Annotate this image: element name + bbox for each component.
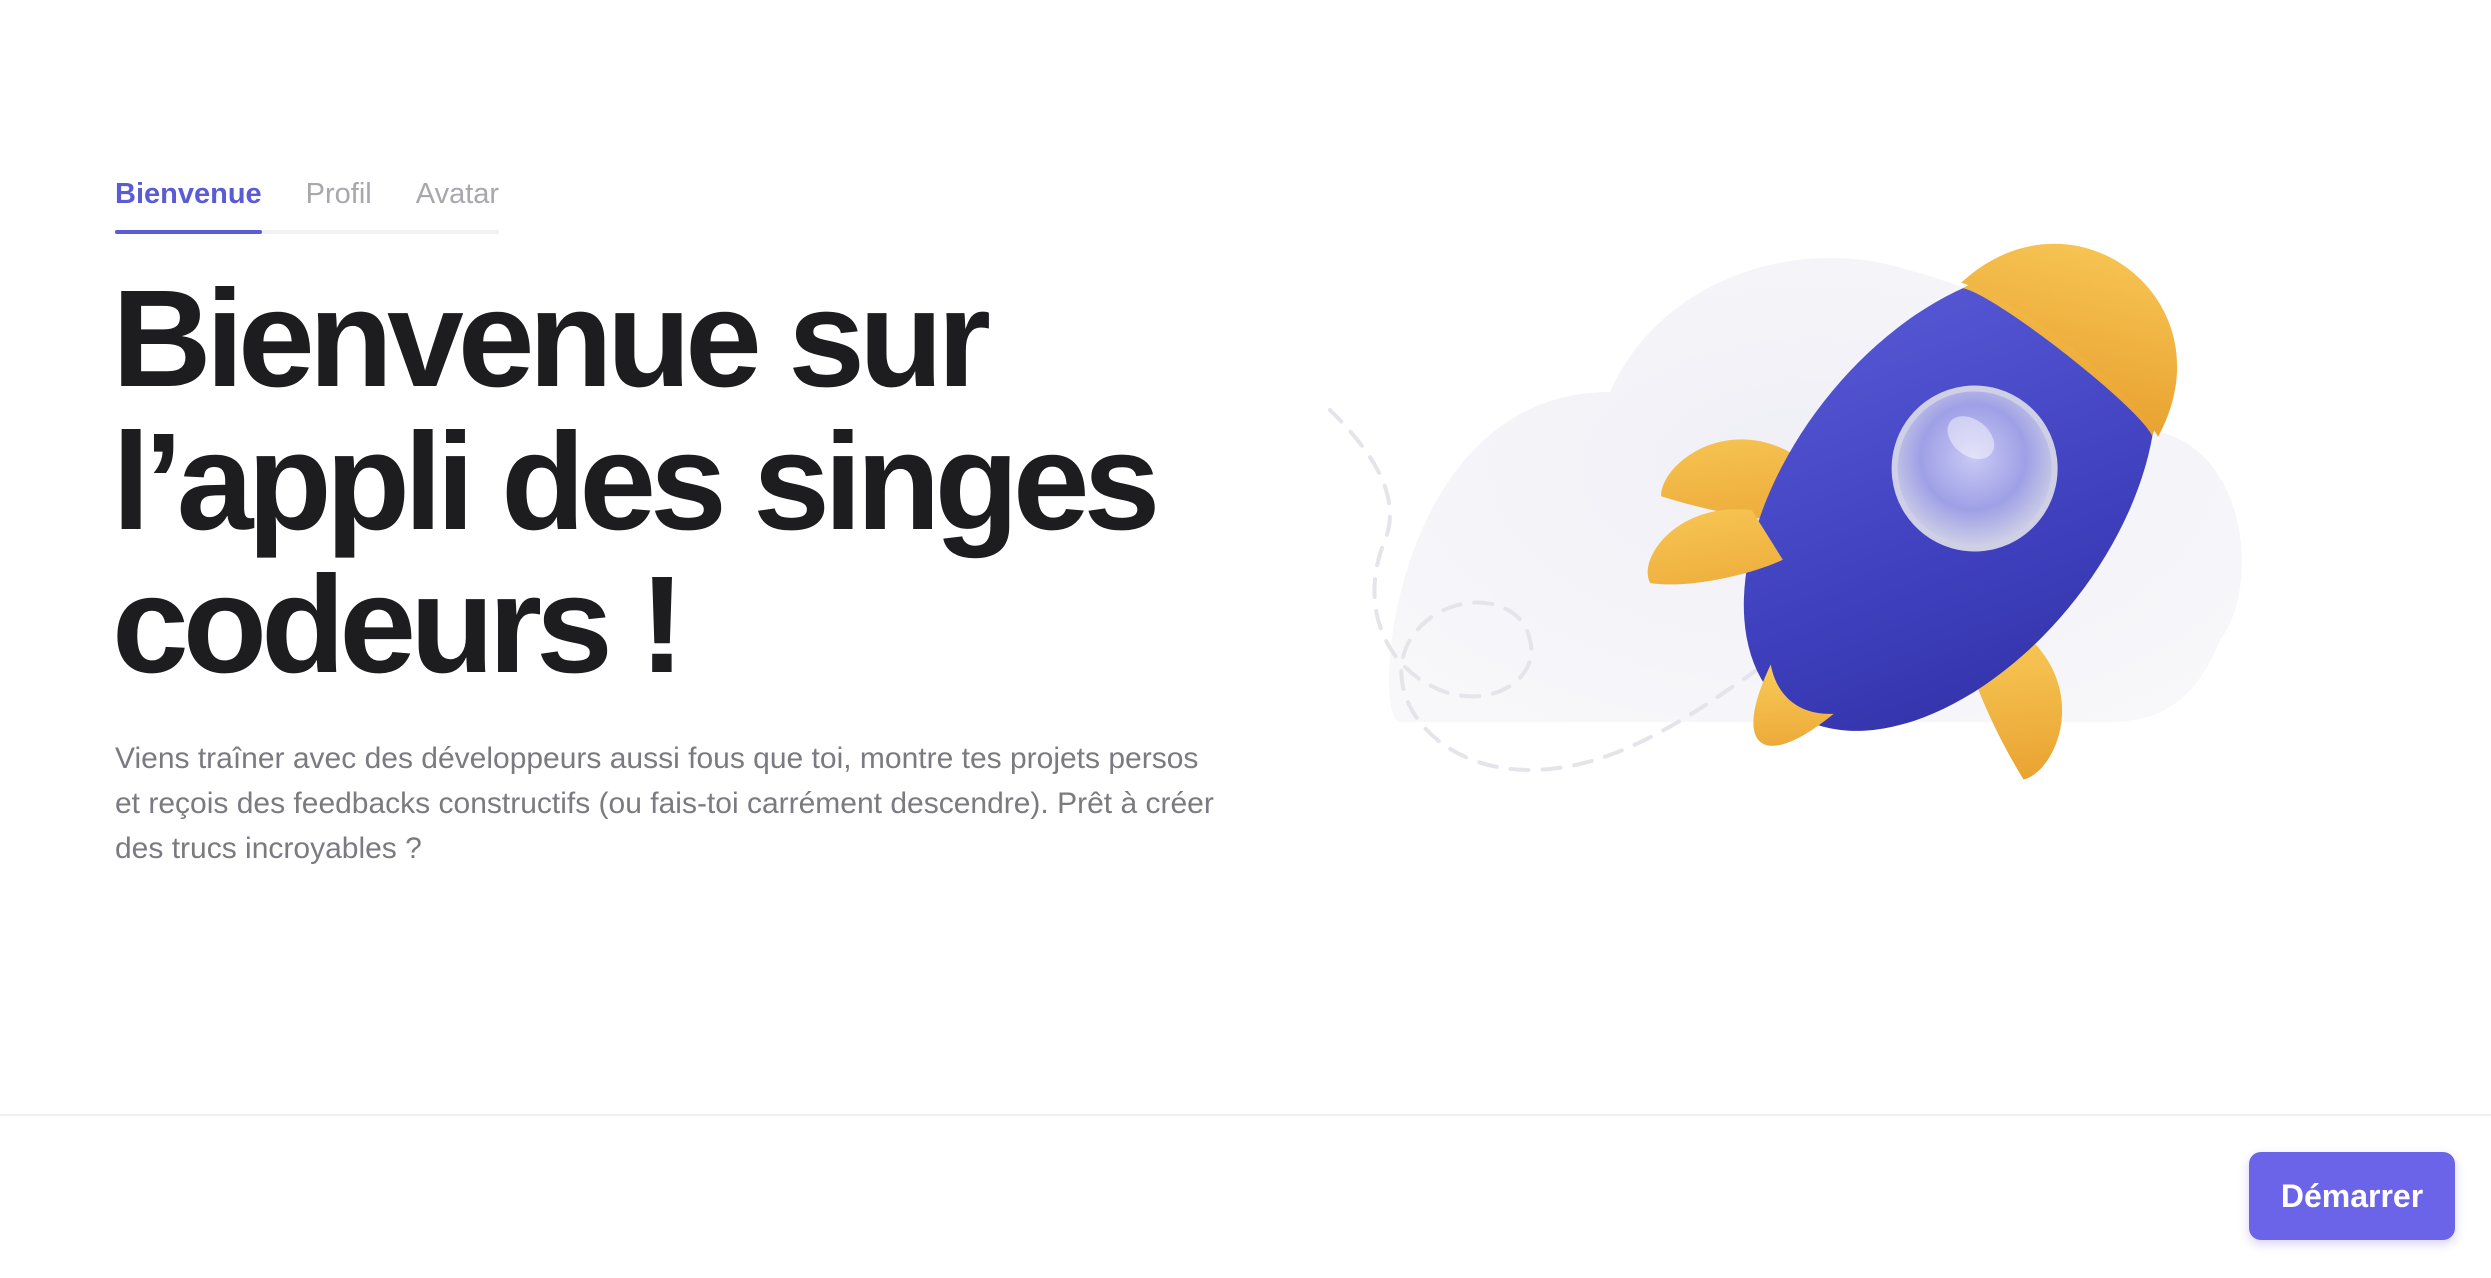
rocket-icon <box>1328 243 2242 780</box>
tab-profil[interactable]: Profil <box>306 170 372 222</box>
page-title-line-1: Bienvenue sur <box>112 262 991 416</box>
onboarding-tabs: Bienvenue Profil Avatar <box>115 170 500 234</box>
tab-avatar[interactable]: Avatar <box>416 170 499 222</box>
page-title-line-3: codeurs ! <box>112 548 685 702</box>
page-title: Bienvenue sur l’appli des singes codeurs… <box>112 268 1162 697</box>
tab-bienvenue[interactable]: Bienvenue <box>115 170 262 234</box>
onboarding-page: Bienvenue Profil Avatar Bienvenue sur l’… <box>0 0 2491 1278</box>
rocket-illustration <box>1230 170 2290 890</box>
footer-divider <box>0 1114 2491 1116</box>
hero-description: Viens traîner avec des développeurs auss… <box>115 742 1214 865</box>
page-title-line-2: l’appli des singes <box>112 405 1160 559</box>
start-button[interactable]: Démarrer <box>2249 1152 2455 1240</box>
